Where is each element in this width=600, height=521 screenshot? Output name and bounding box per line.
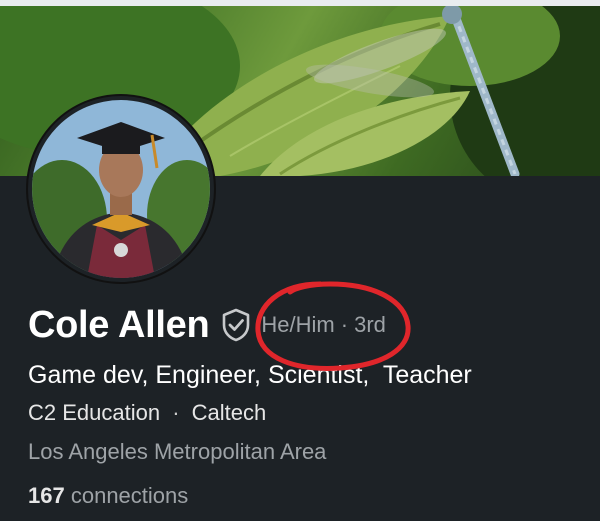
shield-check-icon[interactable]: [221, 308, 251, 342]
connections-count: 167: [28, 483, 65, 508]
education-row: C2 Education · Caltech: [28, 400, 266, 426]
current-company[interactable]: C2 Education: [28, 400, 160, 425]
education-separator: ·: [172, 400, 180, 425]
degree-separator: ·: [340, 312, 349, 337]
profile-location: Los Angeles Metropolitan Area: [28, 439, 327, 464]
profile-headline: Game dev, Engineer, Scientist, Teacher: [28, 361, 472, 389]
school[interactable]: Caltech: [192, 400, 267, 425]
avatar-photo: [32, 100, 210, 278]
connections-label: connections: [70, 483, 189, 508]
connections-link[interactable]: 167 connections: [28, 483, 188, 509]
connection-degree: 3rd: [354, 312, 386, 337]
name-row: Cole Allen He/Him · 3rd: [28, 300, 386, 350]
pronouns: He/Him: [261, 312, 335, 337]
profile-name: Cole Allen: [28, 303, 210, 346]
profile-avatar[interactable]: [28, 96, 214, 282]
